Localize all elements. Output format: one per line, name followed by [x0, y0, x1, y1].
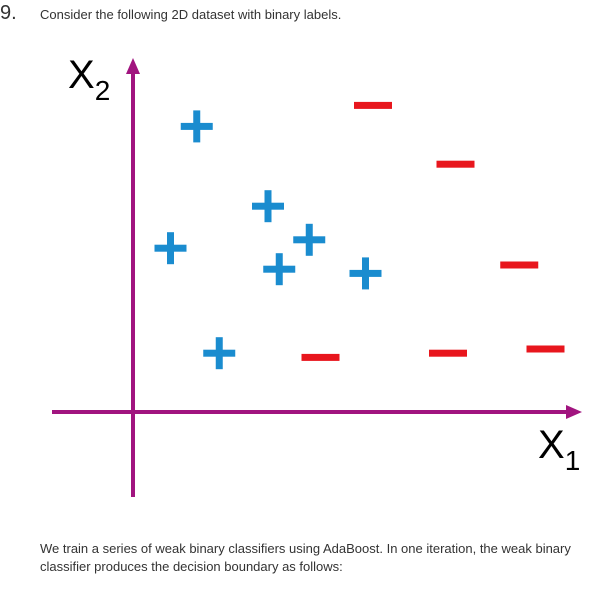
x-axis-label-subscript: 1 [565, 445, 581, 476]
plus-vertical-bar [264, 190, 272, 223]
positive-point [263, 253, 296, 286]
positive-point [252, 190, 284, 223]
plus-vertical-bar [215, 337, 223, 370]
plus-vertical-bar [275, 253, 283, 286]
minus-bar [526, 345, 565, 353]
plus-vertical-bar [167, 232, 174, 265]
plus-vertical-bar [193, 110, 201, 143]
x-axis-label-main: X [538, 423, 565, 467]
negative-point [301, 353, 340, 361]
y-axis-label-main: X [68, 53, 95, 97]
plus-vertical-bar [305, 223, 313, 256]
minus-bar [354, 101, 392, 109]
positive-point [293, 223, 326, 256]
y-axis-label-subscript: 2 [95, 75, 111, 106]
positive-point [203, 337, 236, 370]
positive-point [180, 110, 213, 143]
minus-bar [301, 353, 340, 361]
followup-text: We train a series of weak binary classif… [40, 541, 571, 574]
y-axis-label: X2 [68, 53, 110, 106]
minus-bar [429, 349, 467, 357]
negative-point [526, 345, 565, 353]
y-axis-arrowhead [126, 58, 140, 74]
negative-point [429, 349, 467, 357]
data-points [154, 101, 565, 370]
minus-bar [436, 160, 475, 168]
negative-point [436, 160, 475, 168]
positive-point [349, 257, 382, 290]
x-axis-arrowhead [566, 405, 582, 419]
x-axis-label: X1 [538, 423, 580, 476]
negative-point [354, 101, 392, 109]
positive-point [154, 232, 187, 265]
negative-point [500, 261, 539, 269]
plus-vertical-bar [362, 257, 369, 290]
minus-bar [500, 261, 539, 269]
dataset-scatter-diagram: X2 X1 [52, 53, 582, 497]
